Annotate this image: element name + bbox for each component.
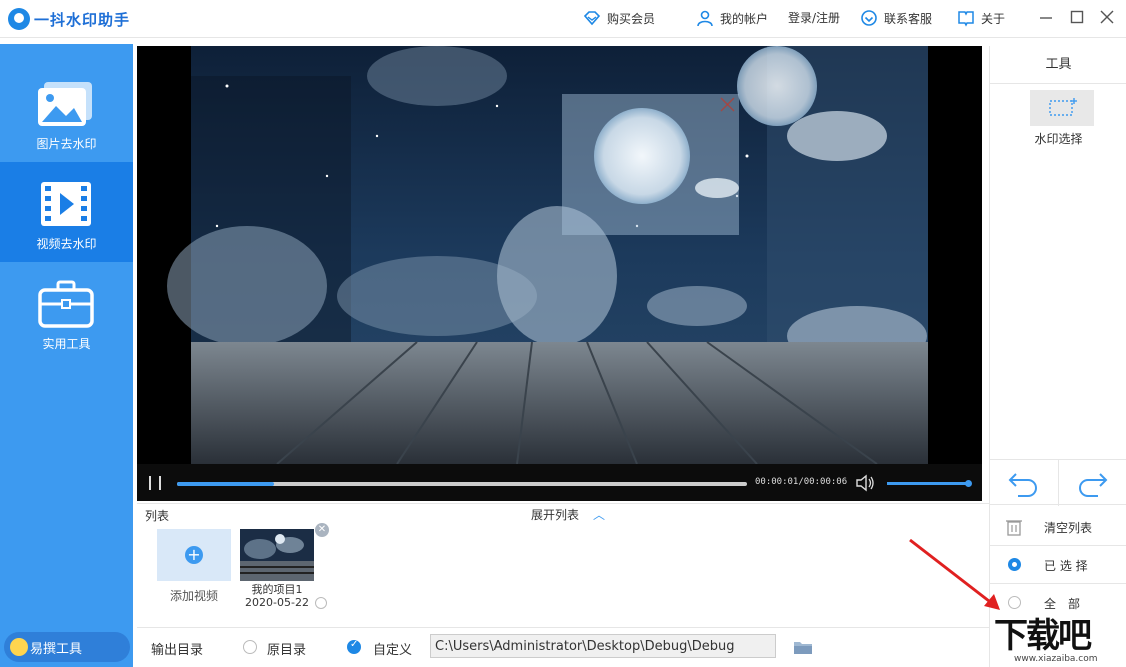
expand-list-label: 展开列表 bbox=[531, 508, 580, 522]
selected-label: 已 选 择 bbox=[1044, 559, 1088, 573]
add-video-button[interactable]: + bbox=[157, 529, 231, 581]
sidebar-item-label: 图片去水印 bbox=[36, 137, 97, 151]
thumbnail-image bbox=[240, 529, 314, 581]
contact-service-button[interactable]: 联系客服 bbox=[860, 9, 932, 27]
watermark-selection-box[interactable] bbox=[562, 94, 739, 235]
title-bar: 一抖水印助手 购买会员 我的帐户 登录/注册 联系客服 关于 bbox=[0, 0, 1126, 38]
selected-option[interactable]: 已 选 择 bbox=[990, 546, 1126, 584]
close-icon bbox=[1100, 10, 1114, 24]
watermark-select-button[interactable] bbox=[1030, 90, 1094, 126]
video-preview[interactable] bbox=[137, 46, 982, 464]
yizhuan-label: 易撰工具 bbox=[30, 641, 83, 657]
list-title: 列表 bbox=[145, 509, 170, 523]
contact-service-label: 联系客服 bbox=[884, 11, 933, 26]
login-register-link[interactable]: 登录/注册 bbox=[788, 9, 840, 26]
video-item-select-radio[interactable] bbox=[315, 597, 327, 609]
plus-icon: + bbox=[185, 546, 203, 564]
sidebar-item-image-watermark[interactable]: 图片去水印 bbox=[0, 62, 133, 162]
volume-slider[interactable] bbox=[887, 480, 972, 487]
site-watermark-url: www.xiazaiba.com bbox=[1014, 654, 1098, 664]
undo-redo-bar bbox=[990, 459, 1126, 506]
video-list: 列表 展开列表 ︿ + 添加视频 ✕ 我的项目1 2020-05-22 bbox=[137, 503, 989, 625]
player-controls: 00:00:01/00:00:06 bbox=[137, 464, 982, 501]
image-icon bbox=[38, 82, 92, 126]
clear-list-label: 清空列表 bbox=[1044, 521, 1093, 535]
logo-icon bbox=[8, 8, 30, 30]
site-watermark-logo: 下载吧 bbox=[994, 616, 1092, 656]
maximize-icon bbox=[1070, 10, 1084, 24]
original-dir-radio[interactable] bbox=[243, 640, 257, 654]
undo-icon[interactable] bbox=[1006, 466, 1040, 498]
sidebar: 图片去水印 视频去水印 实用工具 bbox=[0, 44, 133, 667]
app-title: 一抖水印助手 bbox=[34, 10, 131, 29]
sidebar-item-label: 视频去水印 bbox=[36, 237, 97, 251]
toolbox-icon bbox=[38, 280, 94, 328]
annotation-arrow bbox=[909, 538, 1000, 610]
output-path-input[interactable] bbox=[430, 634, 776, 658]
custom-dir-label: 自定义 bbox=[373, 643, 413, 658]
progress-fill bbox=[177, 482, 274, 486]
user-icon bbox=[697, 10, 713, 27]
buy-vip-button[interactable]: 购买会员 bbox=[583, 9, 655, 27]
service-icon bbox=[861, 10, 877, 26]
time-display: 00:00:01/00:00:06 bbox=[755, 477, 848, 487]
my-account-button[interactable]: 我的帐户 bbox=[696, 9, 768, 27]
add-video-label: 添加视频 bbox=[169, 589, 218, 603]
expand-list-button[interactable]: 展开列表 ︿ bbox=[531, 506, 605, 523]
original-dir-label: 原目录 bbox=[267, 643, 307, 658]
folder-icon[interactable] bbox=[793, 640, 813, 655]
close-button[interactable] bbox=[1098, 8, 1116, 26]
sidebar-item-label: 实用工具 bbox=[42, 337, 91, 351]
volume-fill bbox=[887, 482, 969, 485]
sidebar-item-video-watermark[interactable]: 视频去水印 bbox=[0, 162, 133, 262]
redo-icon[interactable] bbox=[1076, 466, 1110, 498]
video-thumbnail[interactable] bbox=[240, 529, 314, 581]
custom-dir-radio[interactable] bbox=[347, 639, 361, 654]
selection-rect-icon bbox=[1049, 98, 1077, 116]
diamond-icon bbox=[583, 11, 601, 26]
volume-knob[interactable] bbox=[965, 480, 972, 487]
bird-icon bbox=[10, 638, 28, 656]
chevron-up-icon: ︿ bbox=[593, 508, 606, 522]
buy-vip-label: 购买会员 bbox=[607, 11, 656, 26]
undo-redo-divider bbox=[1058, 460, 1059, 506]
minimize-icon bbox=[1040, 17, 1052, 19]
volume-icon[interactable] bbox=[855, 474, 875, 492]
sidebar-item-tools[interactable]: 实用工具 bbox=[0, 262, 133, 362]
login-register-label: 登录/注册 bbox=[788, 11, 841, 25]
progress-bar[interactable] bbox=[177, 482, 747, 486]
output-directory-bar: 输出目录 原目录 自定义 bbox=[137, 627, 989, 667]
minimize-button[interactable] bbox=[1037, 8, 1055, 26]
pause-button[interactable] bbox=[149, 476, 161, 490]
site-watermark: 下载吧 www.xiazaiba.com bbox=[990, 612, 1126, 667]
maximize-button[interactable] bbox=[1068, 8, 1086, 26]
output-directory-label: 输出目录 bbox=[151, 643, 204, 658]
my-account-label: 我的帐户 bbox=[720, 11, 769, 26]
clear-list-button[interactable]: 清空列表 bbox=[990, 508, 1126, 546]
yizhuan-tools-button[interactable]: 易撰工具 bbox=[4, 632, 130, 662]
about-label: 关于 bbox=[981, 11, 1006, 26]
video-item-date: 2020-05-22 bbox=[245, 596, 309, 609]
tools-title: 工具 bbox=[990, 46, 1126, 84]
watermark-select-label: 水印选择 bbox=[1034, 132, 1083, 146]
video-frame bbox=[137, 46, 982, 464]
book-icon bbox=[958, 11, 974, 27]
about-button[interactable]: 关于 bbox=[957, 9, 1005, 27]
remove-video-button[interactable]: ✕ bbox=[315, 523, 329, 537]
app-logo: 一抖水印助手 bbox=[8, 8, 130, 30]
video-item-name: 我的项目1 bbox=[251, 583, 303, 596]
video-icon bbox=[41, 182, 91, 226]
